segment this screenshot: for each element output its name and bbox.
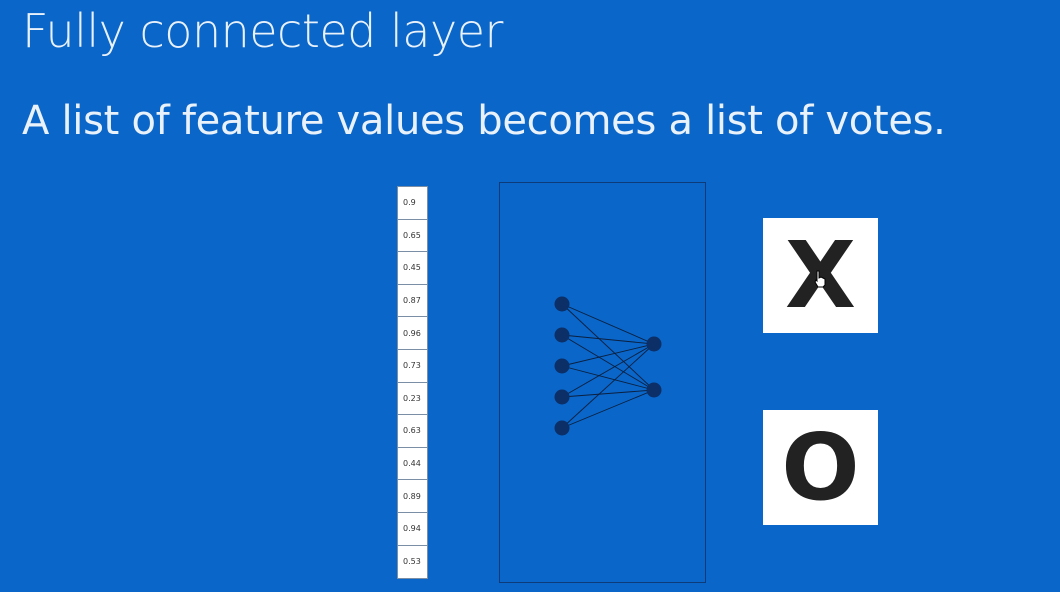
slide-title: Fully connected layer <box>22 4 503 58</box>
feature-value: 0.23 <box>398 383 427 416</box>
feature-value: 0.65 <box>398 220 427 253</box>
input-node <box>554 389 570 405</box>
fully-connected-network-box <box>499 182 706 583</box>
feature-value: 0.53 <box>403 557 421 567</box>
input-node <box>554 327 570 343</box>
input-node <box>554 358 570 374</box>
hand-cursor-icon <box>814 270 826 288</box>
input-node <box>554 296 570 312</box>
output-node <box>646 336 662 352</box>
feature-value: 0.87 <box>398 285 427 318</box>
feature-value: 0.45 <box>398 252 427 285</box>
input-node <box>554 420 570 436</box>
network-connection <box>561 334 655 345</box>
feature-value: 0.96 <box>398 317 427 350</box>
slide-subtitle: A list of feature values becomes a list … <box>22 98 946 144</box>
vote-o-label: O <box>781 414 860 521</box>
output-node <box>646 382 662 398</box>
network-connection <box>561 303 655 345</box>
feature-value: 0.94 <box>398 513 427 546</box>
network-diagram <box>554 296 662 436</box>
feature-value: 0.44 <box>398 448 427 481</box>
feature-value: 0.73 <box>398 350 427 383</box>
feature-value: 0.9 <box>398 187 427 220</box>
feature-value-list: 0.9 0.65 0.45 0.87 0.96 0.73 0.23 0.63 0… <box>397 186 428 580</box>
network-connection <box>561 343 655 398</box>
feature-value: 0.89 <box>398 480 427 513</box>
vote-o-card: O <box>763 410 878 525</box>
feature-value: 0.63 <box>398 415 427 448</box>
